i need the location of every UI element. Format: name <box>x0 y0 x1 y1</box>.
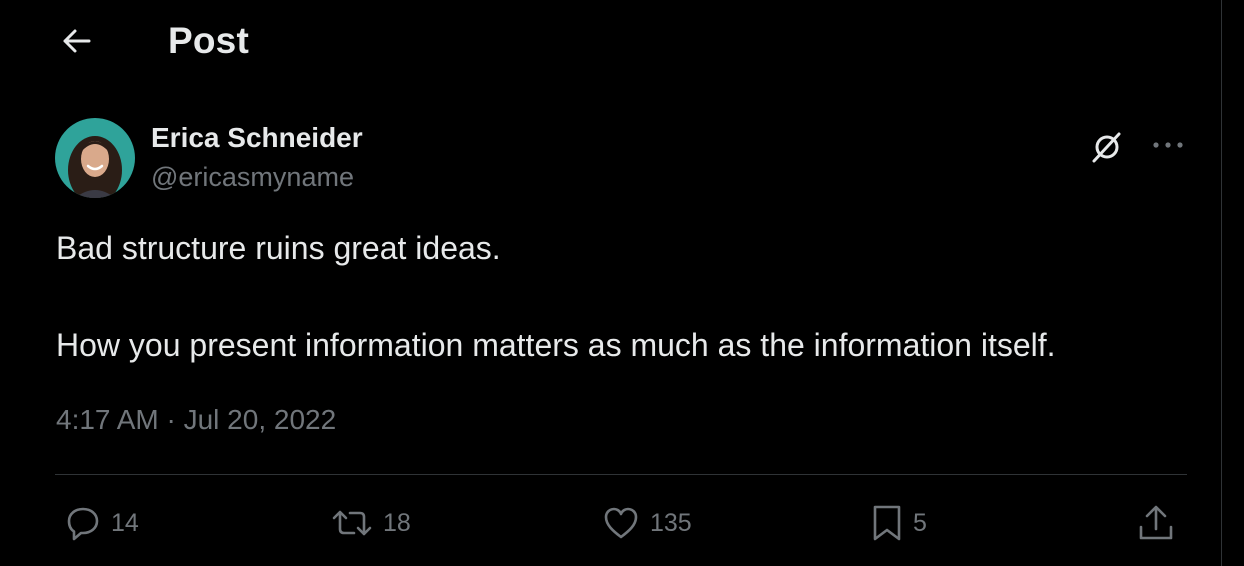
post-text-line: Bad structure ruins great ideas. <box>56 230 501 266</box>
post-header: Post <box>0 0 1221 84</box>
repost-count: 18 <box>383 508 411 537</box>
back-button[interactable] <box>52 20 100 62</box>
page-title: Post <box>168 20 249 61</box>
post-text-line: How you present information matters as m… <box>56 327 1056 363</box>
avatar[interactable] <box>55 118 135 198</box>
profile-photo <box>55 118 135 198</box>
more-options-button[interactable] <box>1146 125 1190 165</box>
reply-button[interactable]: 14 <box>64 500 139 546</box>
like-count: 135 <box>650 508 692 537</box>
more-dots-icon <box>1153 142 1183 148</box>
grok-slash-circle-icon <box>1092 132 1121 163</box>
post-timestamp[interactable]: 4:17 AM · Jul 20, 2022 <box>56 404 336 436</box>
repost-arrows-icon <box>332 510 372 536</box>
reply-bubble-icon <box>67 507 99 541</box>
heart-icon <box>604 507 638 539</box>
reply-count: 14 <box>111 508 139 537</box>
post-detail-panel: Post Erica Schneider @ericasmyname Bad s… <box>0 0 1222 566</box>
share-upload-icon <box>1139 505 1173 540</box>
repost-button[interactable]: 18 <box>330 500 411 546</box>
bookmark-icon <box>873 505 901 541</box>
grok-button[interactable] <box>1084 125 1128 169</box>
author-name[interactable]: Erica Schneider <box>151 122 363 154</box>
arrow-left-icon <box>63 29 91 53</box>
author-handle[interactable]: @ericasmyname <box>151 162 354 193</box>
divider <box>55 474 1187 475</box>
bookmark-count: 5 <box>913 508 927 537</box>
share-button[interactable] <box>1136 500 1176 546</box>
like-button[interactable]: 135 <box>601 500 692 546</box>
bookmark-button[interactable]: 5 <box>870 500 927 546</box>
